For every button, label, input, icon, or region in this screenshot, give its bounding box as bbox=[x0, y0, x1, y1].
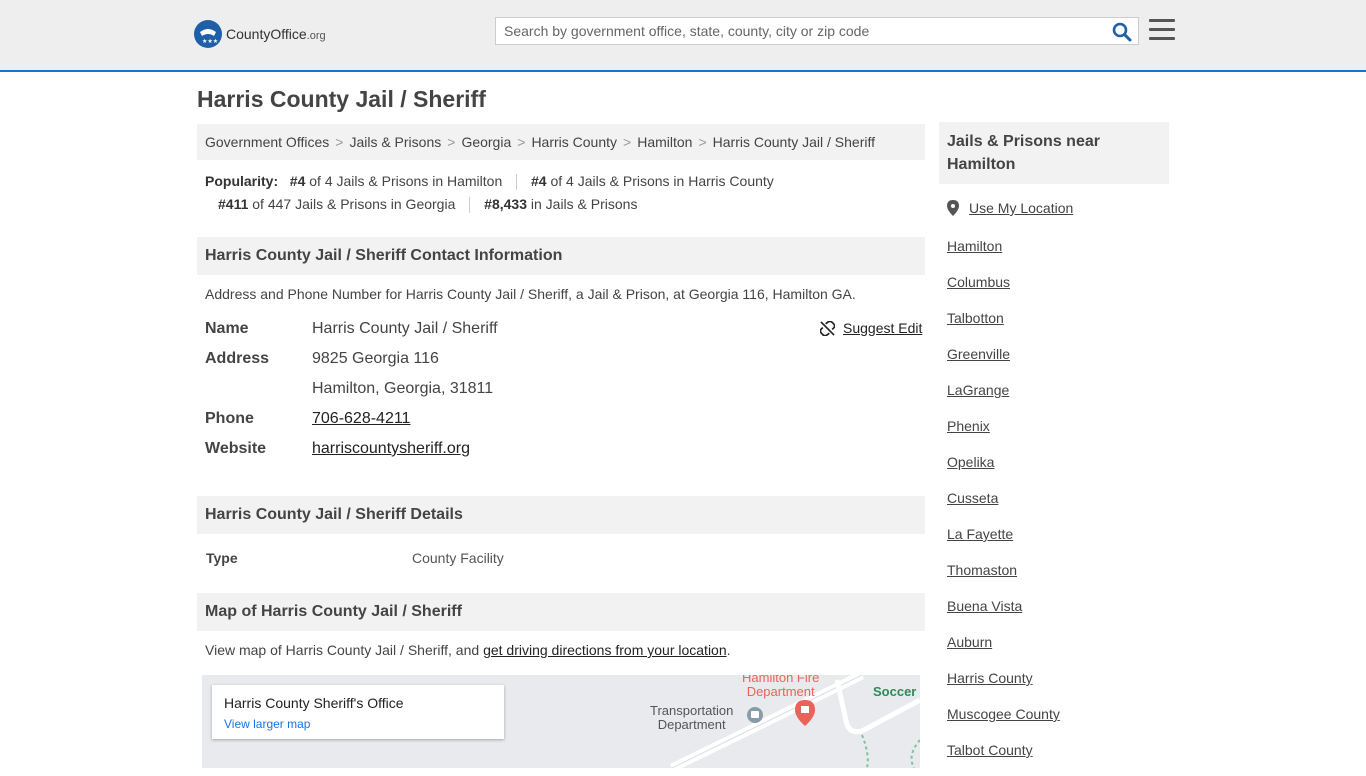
map-description-suffix: . bbox=[726, 642, 731, 658]
details-section-heading: Harris County Jail / Sheriff Details bbox=[197, 496, 925, 534]
popularity-divider bbox=[469, 197, 471, 214]
hamburger-menu-icon[interactable] bbox=[1149, 19, 1175, 43]
name-label: Name bbox=[205, 320, 249, 337]
popularity-label: Popularity: bbox=[205, 173, 279, 189]
fire-station-pin-icon bbox=[795, 700, 815, 726]
map-info-card: Harris County Sheriff's Office View larg… bbox=[212, 685, 504, 739]
phone-label: Phone bbox=[205, 410, 254, 427]
map-label-transport: Transportation Department bbox=[650, 703, 734, 732]
breadcrumb: Government Offices > Jails & Prisons > Georg… bbox=[197, 124, 925, 160]
sidebar-item-buena-vista[interactable]: Buena Vista bbox=[947, 596, 1060, 632]
breadcrumb-separator: > bbox=[335, 134, 344, 150]
breadcrumb-separator: > bbox=[623, 134, 632, 150]
type-label: Type bbox=[206, 550, 238, 566]
map-label-fire-dept: Hamilton Fire Department bbox=[742, 675, 820, 699]
sidebar-item-talbot-county[interactable]: Talbot County bbox=[947, 740, 1060, 776]
svg-text:★★★: ★★★ bbox=[202, 38, 218, 45]
website-link[interactable]: harriscountysheriff.org bbox=[312, 440, 470, 457]
breadcrumb-government-offices[interactable]: Government Offices bbox=[205, 134, 329, 150]
popularity-ranking: Popularity: #4 of 4 Jails & Prisons in H… bbox=[205, 170, 925, 216]
page-title: Harris County Jail / Sheriff bbox=[197, 86, 486, 112]
sidebar-item-muscogee-county[interactable]: Muscogee County bbox=[947, 704, 1060, 740]
breadcrumb-separator: > bbox=[517, 134, 526, 150]
breadcrumb-georgia[interactable]: Georgia bbox=[461, 134, 511, 150]
popularity-item: #8,433 in Jails & Prisons bbox=[484, 196, 638, 212]
breadcrumb-hamilton[interactable]: Hamilton bbox=[637, 134, 692, 150]
top-bar: ★★★ CountyOffice.org bbox=[0, 0, 1366, 72]
address-label: Address bbox=[205, 350, 270, 367]
map-section-heading: Map of Harris County Jail / Sheriff bbox=[197, 593, 925, 631]
sidebar-item-lagrange[interactable]: LaGrange bbox=[947, 380, 1060, 416]
driving-directions-link[interactable]: get driving directions from your locatio… bbox=[483, 642, 727, 658]
use-my-location-label: Use My Location bbox=[969, 200, 1074, 216]
phone-link[interactable]: 706-628-4211 bbox=[312, 410, 410, 427]
map-description-text: View map of Harris County Jail / Sheriff… bbox=[205, 642, 484, 658]
address-line1: 9825 Georgia 116 bbox=[312, 350, 439, 367]
suggest-edit-link[interactable]: Suggest Edit bbox=[820, 320, 922, 336]
sidebar-item-auburn[interactable]: Auburn bbox=[947, 632, 1060, 668]
sidebar-item-columbus[interactable]: Columbus bbox=[947, 272, 1060, 308]
breadcrumb-jails-prisons[interactable]: Jails & Prisons bbox=[349, 134, 441, 150]
sidebar-item-thomaston[interactable]: Thomaston bbox=[947, 560, 1060, 596]
sidebar-item-greenville[interactable]: Greenville bbox=[947, 344, 1060, 380]
breadcrumb-separator: > bbox=[447, 134, 456, 150]
sidebar-item-opelika[interactable]: Opelika bbox=[947, 452, 1060, 488]
breadcrumb-harris-county[interactable]: Harris County bbox=[531, 134, 617, 150]
map-card-title: Harris County Sheriff's Office bbox=[224, 695, 404, 711]
logo-seal-icon: ★★★ bbox=[194, 20, 222, 48]
sidebar-item-harris-county[interactable]: Harris County bbox=[947, 668, 1060, 704]
website-label: Website bbox=[205, 440, 267, 457]
embedded-map[interactable]: Hamilton Fire Department Transportation De… bbox=[202, 675, 920, 768]
contact-section-heading: Harris County Jail / Sheriff Contact Inf… bbox=[197, 237, 925, 275]
popularity-divider bbox=[516, 174, 518, 191]
breadcrumb-current: Harris County Jail / Sheriff bbox=[712, 134, 876, 150]
suggest-edit-label: Suggest Edit bbox=[843, 320, 923, 336]
popularity-item: #411 of 447 Jails & Prisons in Georgia bbox=[218, 196, 456, 212]
sidebar-item-cusseta[interactable]: Cusseta bbox=[947, 488, 1060, 524]
search-icon[interactable] bbox=[1112, 22, 1132, 42]
sidebar-item-talbotton[interactable]: Talbotton bbox=[947, 308, 1060, 344]
popularity-item: #4 of 4 Jails & Prisons in Harris County bbox=[531, 173, 774, 189]
site-logo[interactable]: ★★★ CountyOffice.org bbox=[194, 20, 326, 48]
bus-stop-icon bbox=[747, 707, 763, 723]
contact-description: Address and Phone Number for Harris Coun… bbox=[205, 286, 856, 302]
map-description: View map of Harris County Jail / Sheriff… bbox=[205, 642, 731, 658]
unlink-icon bbox=[820, 320, 835, 336]
use-my-location-link[interactable]: Use My Location bbox=[947, 200, 1073, 216]
breadcrumb-separator: > bbox=[698, 134, 707, 150]
map-label-soccer: Soccer bbox=[873, 684, 917, 699]
view-larger-map-link[interactable]: View larger map bbox=[224, 717, 310, 731]
sidebar-item-la-fayette[interactable]: La Fayette bbox=[947, 524, 1060, 560]
search-box bbox=[495, 17, 1139, 45]
nearby-list: Hamilton Columbus Talbotton Greenville L… bbox=[947, 236, 1060, 776]
sidebar-item-phenix[interactable]: Phenix bbox=[947, 416, 1060, 452]
sidebar-heading: Jails & Prisons near Hamilton bbox=[939, 122, 1169, 184]
address-line2: Hamilton, Georgia, 31811 bbox=[312, 380, 494, 397]
location-pin-icon bbox=[947, 200, 959, 216]
search-input[interactable] bbox=[496, 18, 1112, 44]
sidebar-item-hamilton[interactable]: Hamilton bbox=[947, 236, 1060, 272]
popularity-item: #4 of 4 Jails & Prisons in Hamilton bbox=[289, 173, 503, 189]
type-value: County Facility bbox=[412, 550, 504, 566]
logo-text: CountyOffice.org bbox=[226, 26, 326, 42]
name-value: Harris County Jail / Sheriff bbox=[312, 320, 498, 337]
